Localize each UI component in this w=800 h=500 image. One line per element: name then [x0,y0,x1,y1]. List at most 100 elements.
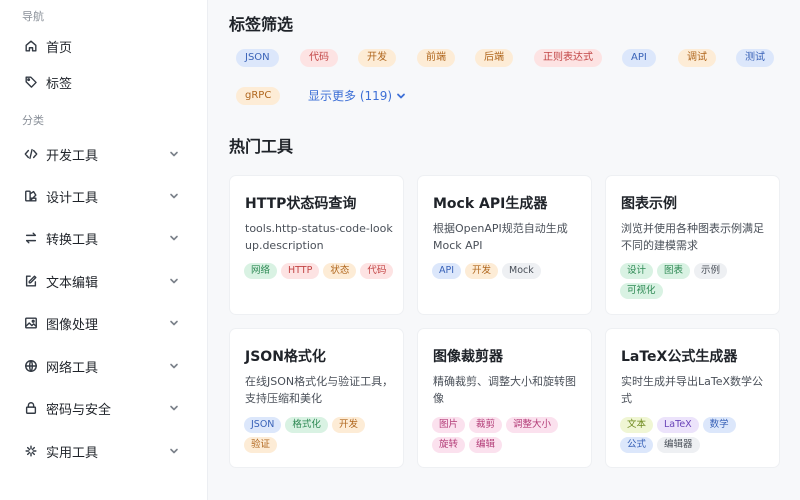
card-tag: 数学 [702,417,736,433]
show-more-tags-button[interactable]: 显示更多 (119) [308,87,406,104]
card-tag: 编辑 [469,437,503,453]
sidebar-item-label: 标签 [46,76,73,92]
card-tags: 图片 裁剪 调整大小旋转 编辑 [432,417,582,453]
chevron-down-icon [168,360,180,372]
card-tag: 裁剪 [469,417,503,433]
card-tag: 公式 [620,437,654,453]
chevron-down-icon [168,445,180,457]
tag-icon [24,75,38,89]
tool-card-latex-generator[interactable]: LaTeX公式生成器 实时生成并导出LaTeX数学公式 文本 LaTeX 数学公式编… [605,328,780,468]
card-tag: API [432,263,462,279]
image-icon [24,316,38,330]
card-tag: Mock [502,263,541,279]
chevron-down-icon [392,91,406,101]
card-tag: 文本 [620,417,654,433]
tool-card-http-status[interactable]: HTTP状态码查询 tools.http-status-code-lookup.… [229,175,404,315]
code-icon [24,147,38,161]
tag-chip[interactable]: 前端 [417,49,455,67]
card-tag: 图表 [657,263,691,279]
tag-chip[interactable]: 正则表达式 [534,49,602,67]
card-tag: LaTeX [657,417,699,433]
card-tag: 验证 [244,437,278,453]
card-tag: 旋转 [432,437,466,453]
card-title: JSON格式化 [245,349,326,365]
card-tag: 代码 [360,263,394,279]
card-tag: 示例 [694,263,728,279]
tag-chip[interactable]: 后端 [475,49,513,67]
card-tag: 网络 [244,263,278,279]
card-tags: 文本 LaTeX 数学公式 编辑器 [620,417,770,453]
tool-card-chart-examples[interactable]: 图表示例 浏览并使用各种图表示例满足不同的建模需求 设计 图表 示例 可视化 [605,175,780,315]
sidebar-item-dev-tools[interactable]: 开发工具 [10,139,198,169]
chevron-down-icon [168,275,180,287]
tag-chip[interactable]: 开发 [358,49,396,67]
tool-card-mock-api[interactable]: Mock API生成器 根据OpenAPI规范自动生成Mock API API 开… [417,175,592,315]
sidebar-item-label: 转换工具 [46,232,99,248]
sidebar-item-network-tools[interactable]: 网络工具 [10,351,198,381]
card-tag: 设计 [620,263,654,279]
globe-icon [24,359,38,373]
tag-chip[interactable]: 代码 [300,49,338,67]
card-title: Mock API生成器 [433,196,548,212]
tag-chip[interactable]: 调试 [678,49,716,67]
card-description: 浏览并使用各种图表示例满足不同的建模需求 [621,222,764,252]
card-title: 图像裁剪器 [433,349,503,365]
sidebar-item-label: 首页 [46,40,73,56]
sidebar-item-label: 密码与安全 [46,402,112,418]
popular-tools-title: 热门工具 [229,137,294,156]
sidebar-item-convert-tools[interactable]: 转换工具 [10,223,198,253]
card-tag: 格式化 [285,417,328,433]
sidebar-item-label: 网络工具 [46,360,99,376]
nav-section-header: 导航 [22,10,44,23]
card-tag: 编辑器 [657,437,700,453]
sidebar: 导航 首页 标签 分类 开发工具 设计工具 转换工具 文本编辑 图像处理 网络工… [0,0,208,500]
card-tag: 调整大小 [506,417,559,433]
tag-chip[interactable]: API [622,49,656,67]
sidebar-item-home[interactable]: 首页 [10,31,198,61]
tag-filter-title: 标签筛选 [229,15,294,34]
card-tag: 状态 [323,263,357,279]
card-title: LaTeX公式生成器 [621,349,738,365]
home-icon [24,39,38,53]
card-tags: 设计 图表 示例可视化 [620,263,770,299]
main-content: 标签筛选 JSON 代码 开发 前端 后端 正则表达式 API 调试 测试 gR… [208,0,800,500]
palette-icon [24,189,38,203]
sidebar-item-label: 实用工具 [46,445,99,461]
card-tag: 开发 [331,417,365,433]
chevron-down-icon [168,148,180,160]
sidebar-item-label: 开发工具 [46,148,99,164]
sidebar-item-design-tools[interactable]: 设计工具 [10,181,198,211]
chevron-down-icon [168,232,180,244]
card-tags: 网络 HTTP 状态 代码 [244,263,394,279]
sidebar-item-security-tools[interactable]: 密码与安全 [10,393,198,423]
tag-chip[interactable]: JSON [236,49,279,67]
sidebar-item-image-tools[interactable]: 图像处理 [10,308,198,338]
swap-icon [24,231,38,245]
sidebar-item-label: 设计工具 [46,190,99,206]
sidebar-item-text-edit[interactable]: 文本编辑 [10,266,198,296]
sidebar-item-tags[interactable]: 标签 [10,67,198,97]
tag-chip[interactable]: 测试 [736,49,774,67]
card-tag: HTTP [281,263,320,279]
card-description: 实时生成并导出LaTeX数学公式 [621,375,764,405]
show-more-label: 显示更多 (119) [308,89,393,103]
sidebar-item-label: 图像处理 [46,317,99,333]
tag-chip[interactable]: gRPC [236,87,281,105]
card-title: HTTP状态码查询 [245,196,357,212]
card-tag: 图片 [432,417,466,433]
card-tag: JSON [244,417,282,433]
card-tags: API 开发 Mock [432,263,582,279]
sidebar-item-label: 文本编辑 [46,275,99,291]
chevron-down-icon [168,317,180,329]
card-description: 精确裁剪、调整大小和旋转图像 [433,375,576,405]
tool-card-image-cropper[interactable]: 图像裁剪器 精确裁剪、调整大小和旋转图像 图片 裁剪 调整大小旋转 编辑 [417,328,592,468]
card-title: 图表示例 [621,196,677,212]
edit-icon [24,274,38,288]
tool-card-json-formatter[interactable]: JSON格式化 在线JSON格式化与验证工具，支持压缩和美化 JSON 格式化 开发… [229,328,404,468]
card-description: tools.http-status-code-lookup.descriptio… [245,222,393,252]
lock-icon [24,401,38,415]
chevron-down-icon [168,190,180,202]
sparkle-icon [24,444,38,458]
sidebar-item-utility-tools[interactable]: 实用工具 [10,436,198,466]
card-tag: 可视化 [620,283,663,299]
